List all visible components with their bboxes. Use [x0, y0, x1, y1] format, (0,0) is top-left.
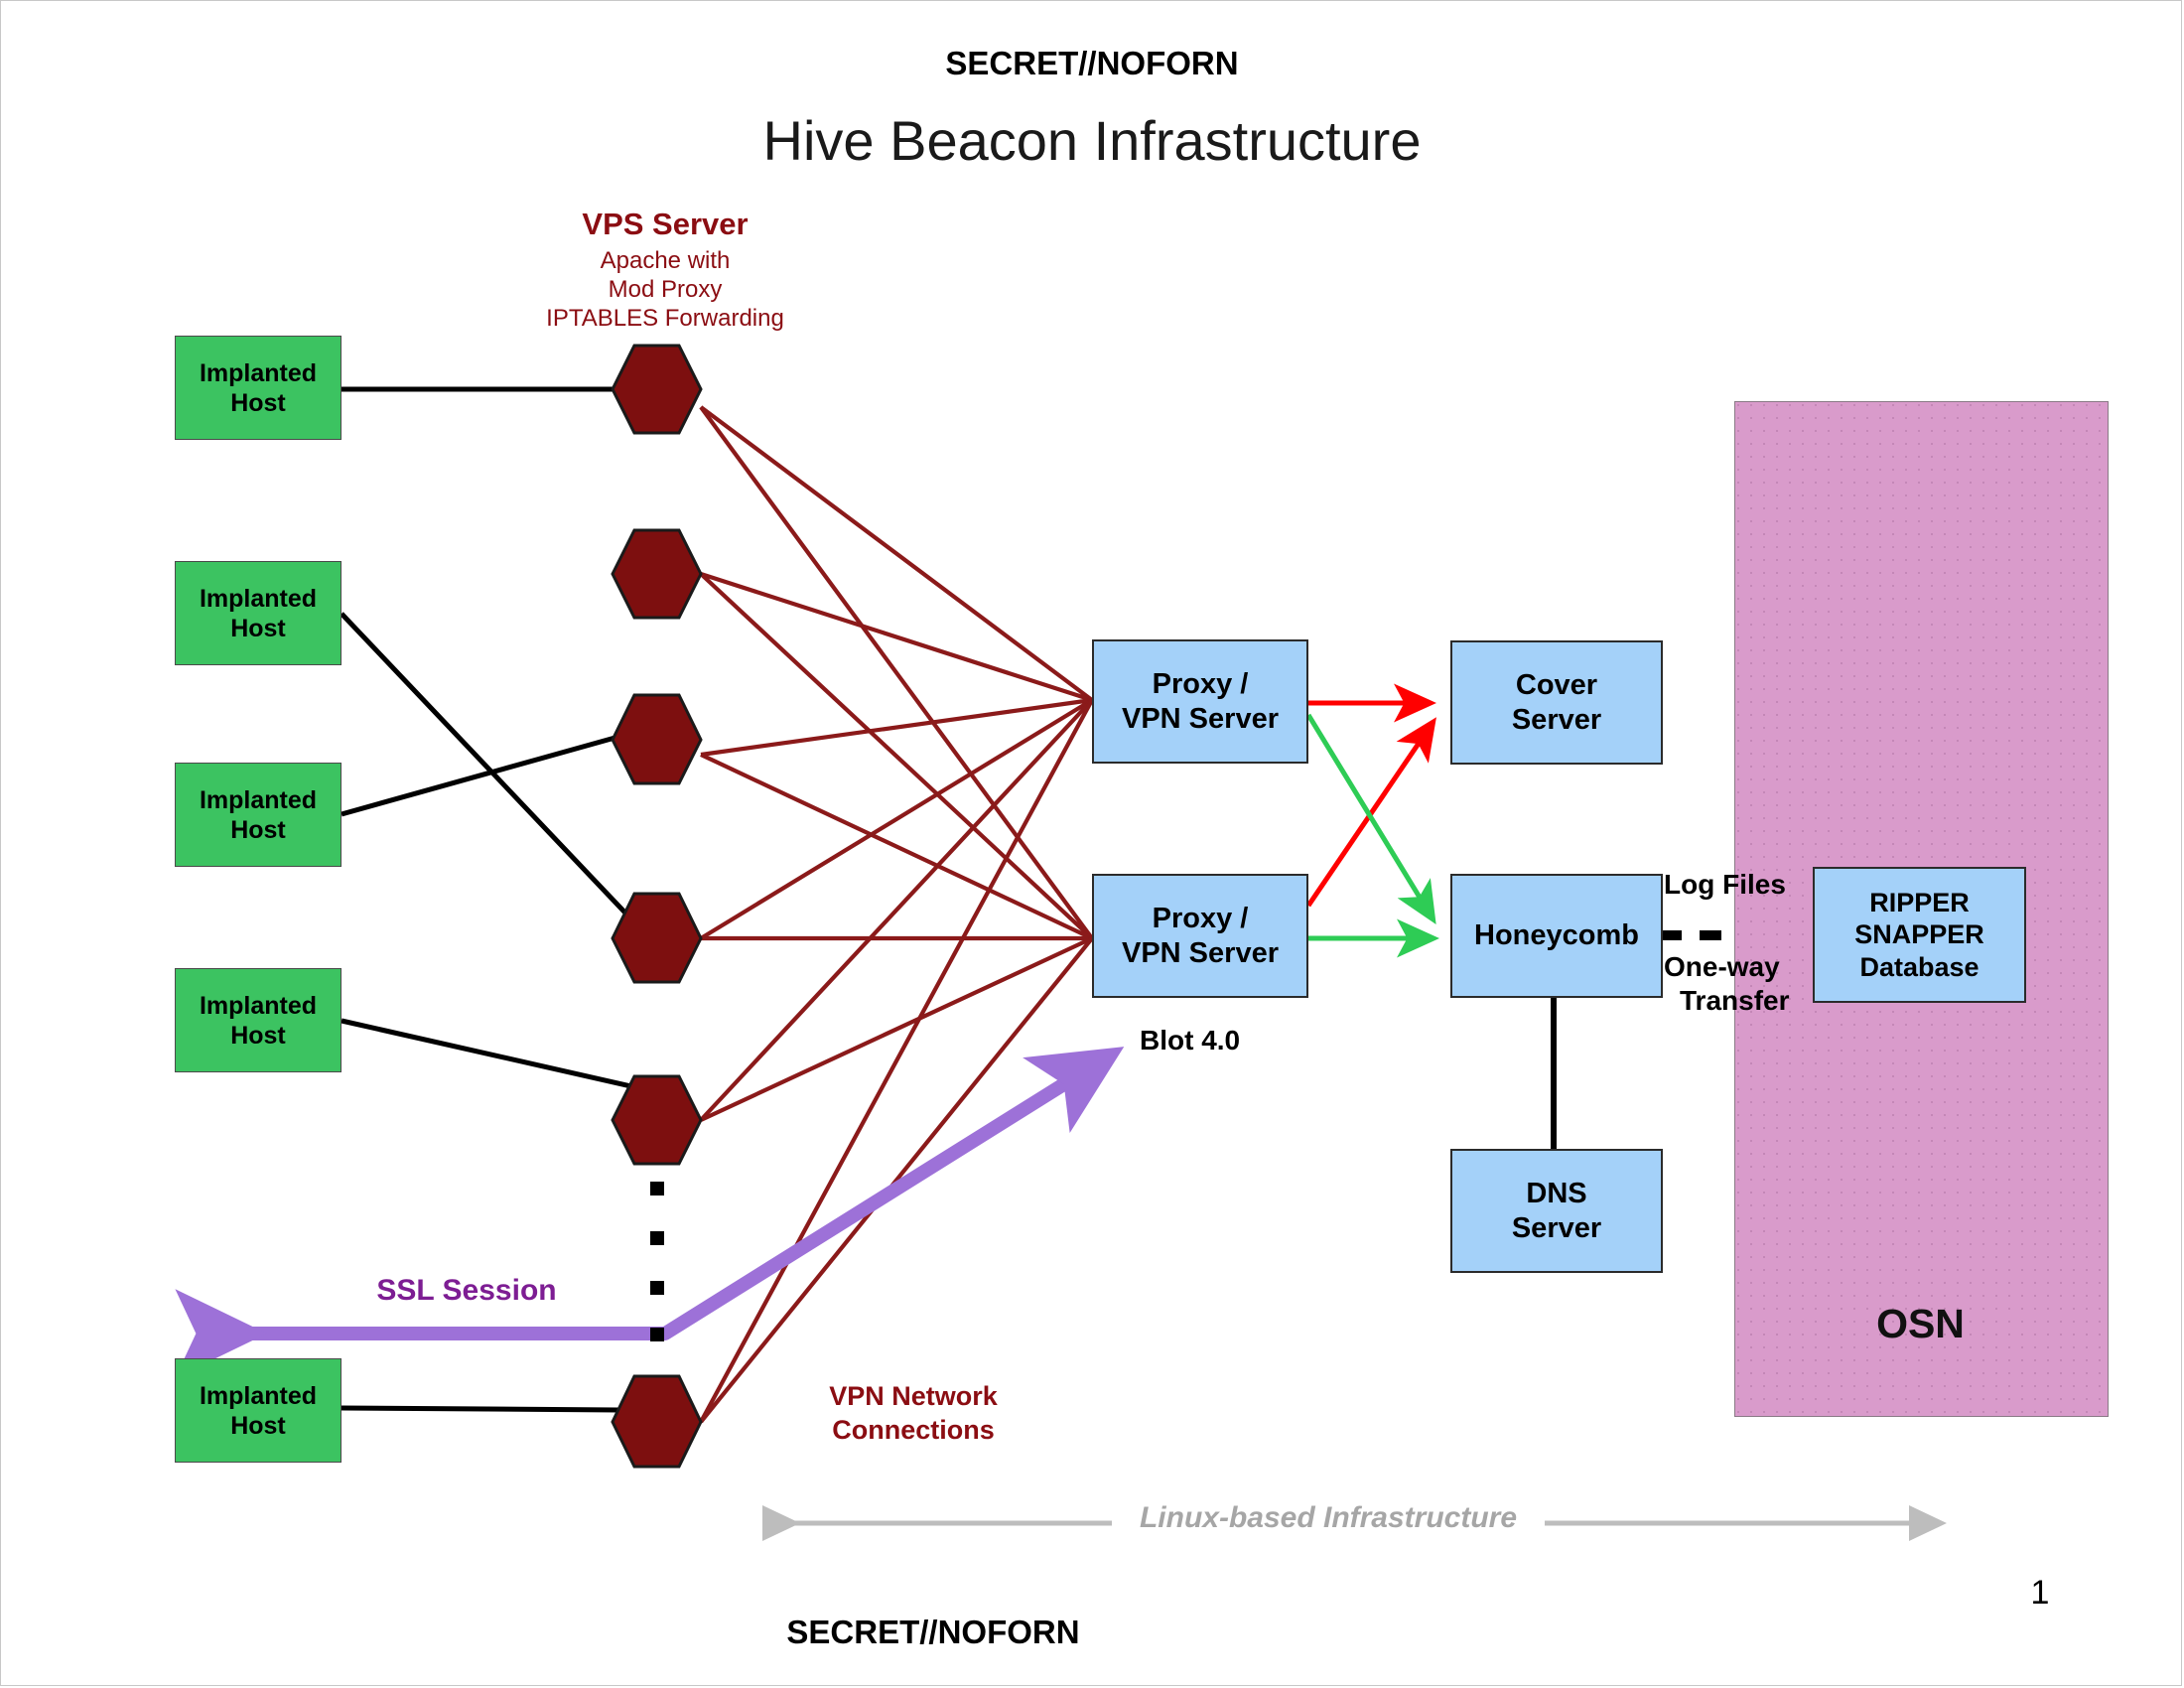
diagram-canvas: OSN SECRET//NOFORN Hive Beacon Infrastru…	[0, 0, 2184, 1688]
proxy-vpn-server-2[interactable]: Proxy / VPN Server	[1092, 874, 1308, 998]
dns-server-line2: Server	[1511, 1211, 1602, 1244]
implanted-host-2-line2: Host	[230, 614, 286, 642]
page-number: 1	[2030, 1574, 2050, 1612]
vps-hexagon-3	[611, 693, 703, 785]
cover-server[interactable]: Cover Server	[1450, 640, 1663, 765]
implanted-host-3[interactable]: Implanted Host	[175, 763, 341, 867]
proxy-vpn-server-2-line1: Proxy /	[1152, 902, 1249, 934]
ripper-snapper-line1: RIPPER	[1869, 887, 1970, 917]
scope-label: Linux-based Infrastructure	[1139, 1501, 1518, 1534]
osn-label: OSN	[1876, 1301, 1965, 1346]
vps-hexagon-5	[611, 1074, 703, 1166]
implanted-host-1-line1: Implanted	[199, 358, 318, 387]
vpn-network-label-1: VPN Network	[829, 1381, 998, 1411]
cover-server-arrows	[1305, 683, 1437, 908]
vpn-network-label-2: Connections	[832, 1415, 995, 1445]
host-to-vps-links	[340, 386, 637, 1413]
vps-continuation-dots	[650, 1182, 664, 1341]
ssl-session-label: SSL Session	[376, 1274, 557, 1307]
page-title: Hive Beacon Infrastructure	[762, 109, 1422, 172]
dns-server-line1: DNS	[1526, 1177, 1587, 1209]
implanted-host-1-line2: Host	[230, 388, 286, 417]
footer-classification: SECRET//NOFORN	[786, 1614, 1080, 1650]
implanted-host-2-line1: Implanted	[199, 584, 318, 613]
vps-server-detail-1: Apache with	[600, 247, 731, 274]
implanted-host-2[interactable]: Implanted Host	[175, 561, 341, 665]
vps-server-detail-2: Mod Proxy	[608, 276, 723, 303]
implanted-host-4-line2: Host	[230, 1021, 286, 1050]
cover-server-line1: Cover	[1515, 668, 1598, 701]
honeycomb-server[interactable]: Honeycomb	[1450, 874, 1663, 998]
implanted-host-3-line2: Host	[230, 815, 286, 844]
vpn-network-connections	[699, 405, 1094, 1424]
implanted-host-1[interactable]: Implanted Host	[175, 336, 341, 440]
vps-hexagon-1	[611, 344, 703, 435]
honeycomb-arrows	[1305, 713, 1440, 958]
one-way-transfer-label-2: Transfer	[1680, 985, 1790, 1016]
proxy-vpn-server-1-line2: VPN Server	[1122, 702, 1279, 735]
implanted-host-5[interactable]: Implanted Host	[175, 1358, 341, 1463]
implanted-host-4-line1: Implanted	[199, 991, 318, 1020]
log-files-label: Log Files	[1664, 869, 1786, 900]
implanted-host-5-line1: Implanted	[199, 1381, 318, 1410]
vps-hexagon-4	[611, 892, 703, 984]
implanted-host-4[interactable]: Implanted Host	[175, 968, 341, 1072]
implanted-host-5-line2: Host	[230, 1411, 286, 1440]
proxy-vpn-server-2-line2: VPN Server	[1122, 936, 1279, 969]
proxy-vpn-server-1[interactable]: Proxy / VPN Server	[1092, 639, 1308, 764]
proxy-vpn-server-1-line1: Proxy /	[1152, 667, 1249, 700]
vps-hexagon-2	[611, 528, 703, 620]
header-classification: SECRET//NOFORN	[945, 45, 1239, 81]
cover-server-line2: Server	[1511, 703, 1602, 736]
ripper-snapper-line3: Database	[1859, 951, 1979, 982]
implanted-host-3-line1: Implanted	[199, 785, 318, 814]
vps-server-detail-3: IPTABLES Forwarding	[546, 305, 784, 332]
dns-server[interactable]: DNS Server	[1450, 1149, 1663, 1273]
ripper-snapper-line2: SNAPPER	[1854, 919, 1984, 950]
vps-hexagon-6	[611, 1374, 703, 1469]
blot-version-label: Blot 4.0	[1140, 1025, 1241, 1055]
one-way-transfer-label-1: One-way	[1664, 951, 1780, 982]
vps-server-title: VPS Server	[582, 207, 749, 241]
honeycomb-label: Honeycomb	[1474, 919, 1639, 952]
